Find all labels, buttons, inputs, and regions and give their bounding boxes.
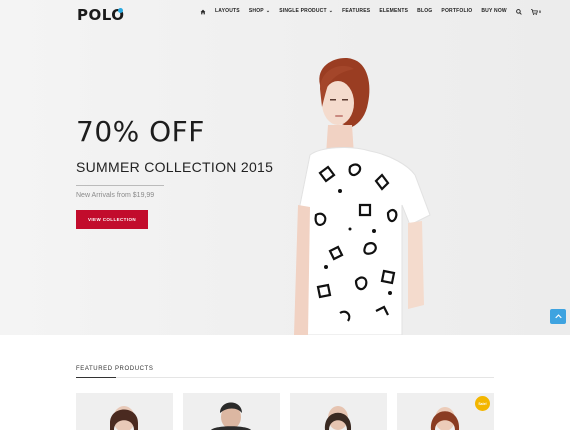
nav-item-features[interactable]: FEATURES <box>342 8 370 15</box>
nav-item-buy-now[interactable]: BUY NOW <box>481 8 506 15</box>
search-icon[interactable] <box>516 8 522 15</box>
section-divider-accent <box>76 377 116 378</box>
logo-dot <box>118 8 123 13</box>
hero-subheadline: SUMMER COLLECTION 2015 <box>76 159 274 175</box>
product-card[interactable] <box>183 393 280 430</box>
nav-item-blog[interactable]: BLOG <box>417 8 432 15</box>
woman-portrait-image <box>76 393 173 430</box>
nav-item-elements[interactable]: ELEMENTS <box>379 8 408 15</box>
section-divider <box>76 377 494 378</box>
hero-arrivals-text: New Arrivals from $19,99 <box>76 192 155 199</box>
nav-item-layouts[interactable]: LAYOUTS <box>215 8 240 15</box>
nav-item-shop[interactable]: SHOP ⌄ <box>249 8 270 15</box>
hero-banner: POLO LAYOUTS SHOP ⌄ SINGLE PRODUCT ⌄ FEATU… <box>0 0 570 335</box>
product-card[interactable] <box>290 393 387 430</box>
sale-badge: Sale! <box>475 396 490 411</box>
nav-item-portfolio[interactable]: PORTFOLIO <box>441 8 472 15</box>
featured-products-title: FEATURED PRODUCTS <box>76 366 154 372</box>
cart-count: 0 <box>538 9 542 14</box>
main-menu: LAYOUTS SHOP ⌄ SINGLE PRODUCT ⌄ FEATURES E… <box>200 8 550 15</box>
cart-icon[interactable]: 0 <box>530 8 542 15</box>
product-card[interactable] <box>76 393 173 430</box>
woman-portrait-image <box>290 393 387 430</box>
nav-item-single-product[interactable]: SINGLE PRODUCT ⌄ <box>279 8 333 15</box>
model-image <box>294 58 431 335</box>
nav-item-label: SINGLE PRODUCT <box>279 8 327 14</box>
top-navigation: POLO LAYOUTS SHOP ⌄ SINGLE PRODUCT ⌄ FEATU… <box>0 0 570 26</box>
nav-item-label: SHOP <box>248 8 264 14</box>
chevron-down-icon: ⌄ <box>328 8 334 14</box>
chevron-up-icon <box>554 314 562 319</box>
hero-divider <box>76 185 164 186</box>
man-portrait-image <box>183 393 280 430</box>
view-collection-button[interactable]: VIEW COLLECTION <box>76 210 148 229</box>
chevron-down-icon: ⌄ <box>265 8 271 14</box>
scroll-to-top-button[interactable] <box>550 309 566 324</box>
hero-headline: 70% OFF <box>76 115 205 148</box>
home-icon[interactable] <box>200 9 206 15</box>
